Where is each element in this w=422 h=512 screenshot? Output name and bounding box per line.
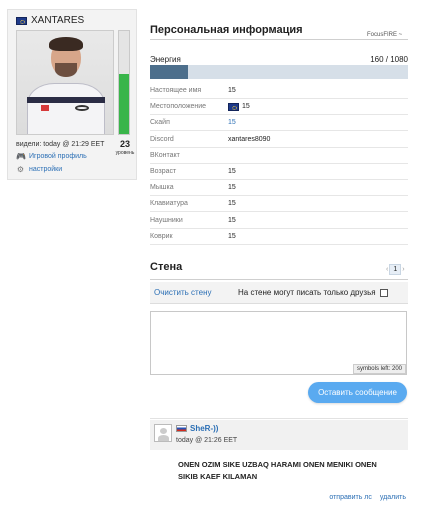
avatar-jersey	[27, 83, 105, 134]
wall-title: Стена	[150, 261, 183, 273]
wall-post: SheR-)) today @ 21:26 EET ONEN OZIM SIKE…	[150, 418, 408, 512]
info-value: 15	[228, 217, 236, 224]
avatar[interactable]	[16, 30, 114, 135]
divider	[150, 39, 408, 40]
info-value: 15	[228, 168, 236, 175]
wall-post-header: SheR-)) today @ 21:26 EET	[150, 420, 408, 450]
info-row: Настоящее имя 15	[150, 83, 408, 99]
info-value-text: 15	[228, 232, 236, 240]
username: XANTARES	[31, 15, 85, 26]
pager-current-page[interactable]: 1	[389, 264, 402, 275]
info-value: 15	[228, 87, 236, 94]
settings-row[interactable]: ⚙ настройки	[16, 165, 62, 174]
clear-wall-link[interactable]: Очистить стену	[154, 288, 212, 297]
post-avatar[interactable]	[154, 424, 172, 442]
energy-bar	[150, 65, 408, 79]
profile-card: XANTARES 23 уровень видели: today @ 21:2…	[7, 9, 137, 180]
info-key: Наушники	[150, 216, 183, 224]
info-row: Скайп 15	[150, 115, 408, 132]
divider	[150, 279, 408, 280]
info-value: 15	[228, 102, 250, 111]
info-key: Настоящее имя	[150, 87, 202, 94]
post-author-row: SheR-))	[176, 424, 218, 433]
info-value-text: 15	[228, 168, 236, 175]
post-message-button[interactable]: Оставить сообщение	[308, 382, 407, 403]
info-key: Discord	[150, 135, 174, 143]
info-row: Discord xantares8090	[150, 132, 408, 148]
info-row: Клавиатура 15	[150, 196, 408, 213]
friends-only-option[interactable]: На стене могут писать только друзья	[238, 288, 388, 297]
game-profile-row[interactable]: 🎮 Игровой профиль	[16, 152, 87, 161]
eu-flag-icon	[16, 16, 27, 25]
post-text: ONEN OZIM SIKE UZBAQ HARAMI ONEN MENIKI …	[178, 460, 377, 481]
send-pm-link[interactable]: отправить лс	[329, 494, 372, 501]
delete-post-link[interactable]: удалить	[380, 494, 406, 501]
level-label: уровень	[115, 150, 135, 156]
turkey-flag-patch	[41, 105, 49, 111]
info-key: Возраст	[150, 168, 177, 175]
info-value-text: 15	[228, 200, 236, 208]
post-author-link[interactable]: SheR-))	[190, 424, 218, 433]
info-value-text: 15	[242, 103, 250, 111]
info-key: Мышка	[150, 184, 174, 192]
info-row: Возраст 15	[150, 164, 408, 180]
game-profile-link[interactable]: Игровой профиль	[29, 153, 87, 160]
post-timestamp: today @ 21:26 EET	[176, 437, 238, 444]
energy-label: Энергия	[150, 55, 181, 64]
info-key: Скайп	[150, 119, 170, 127]
energy-value: 160 / 1080	[370, 55, 408, 64]
level-progress-bar	[118, 30, 130, 135]
friends-only-checkbox[interactable]	[379, 288, 388, 297]
info-value-text: 15	[228, 119, 236, 127]
info-value: 15	[228, 233, 236, 240]
info-key: Клавиатура	[150, 200, 188, 208]
info-row: Местоположение 15	[150, 99, 408, 116]
pager-next-icon[interactable]: ›	[402, 266, 404, 273]
gear-icon: ⚙	[16, 165, 25, 174]
info-row: Наушники 15	[150, 213, 408, 229]
info-key: Местоположение	[150, 103, 207, 111]
info-row: Мышка 15	[150, 180, 408, 197]
wall-message-input[interactable]: symbols left: 200	[150, 311, 407, 375]
profile-header: XANTARES	[16, 15, 84, 26]
info-value-text: xantares8090	[228, 135, 271, 143]
info-value: xantares8090	[228, 136, 270, 143]
settings-link[interactable]: настройки	[29, 166, 62, 173]
gamepad-icon: 🎮	[16, 152, 26, 161]
info-row: Коврик 15	[150, 229, 408, 245]
energy-bar-fill	[150, 65, 189, 79]
info-row: ВКонтакт	[150, 148, 408, 164]
info-key: Коврик	[150, 232, 173, 240]
info-value-text: 15	[228, 184, 236, 192]
level-number: 23	[119, 139, 130, 149]
friends-only-label: На стене могут писать только друзья	[238, 288, 376, 297]
info-value-text: 15	[228, 87, 236, 94]
info-value-text: 15	[228, 216, 236, 224]
pager-prev-icon[interactable]: ‹	[386, 266, 388, 273]
wall-pager: ‹ 1 ›	[386, 264, 405, 275]
symbols-left-counter: symbols left: 200	[352, 364, 406, 374]
focus-dropdown[interactable]: FocusFIRE ~	[367, 32, 402, 38]
info-value: 15	[228, 200, 236, 207]
post-actions: отправить лс удалить	[329, 494, 406, 501]
section-title-personal-info: Персональная информация	[150, 24, 303, 36]
last-seen: видели: today @ 21:29 EET	[16, 141, 105, 148]
info-value[interactable]: 15	[228, 119, 236, 126]
info-value: 15	[228, 184, 236, 191]
russia-flag-icon	[176, 425, 187, 432]
team-logo	[75, 105, 89, 111]
info-key: ВКонтакт	[150, 151, 180, 159]
eu-flag-icon	[228, 102, 239, 111]
wall-toolbar: Очистить стену На стене могут писать тол…	[150, 282, 408, 304]
level-progress-fill	[119, 74, 129, 134]
